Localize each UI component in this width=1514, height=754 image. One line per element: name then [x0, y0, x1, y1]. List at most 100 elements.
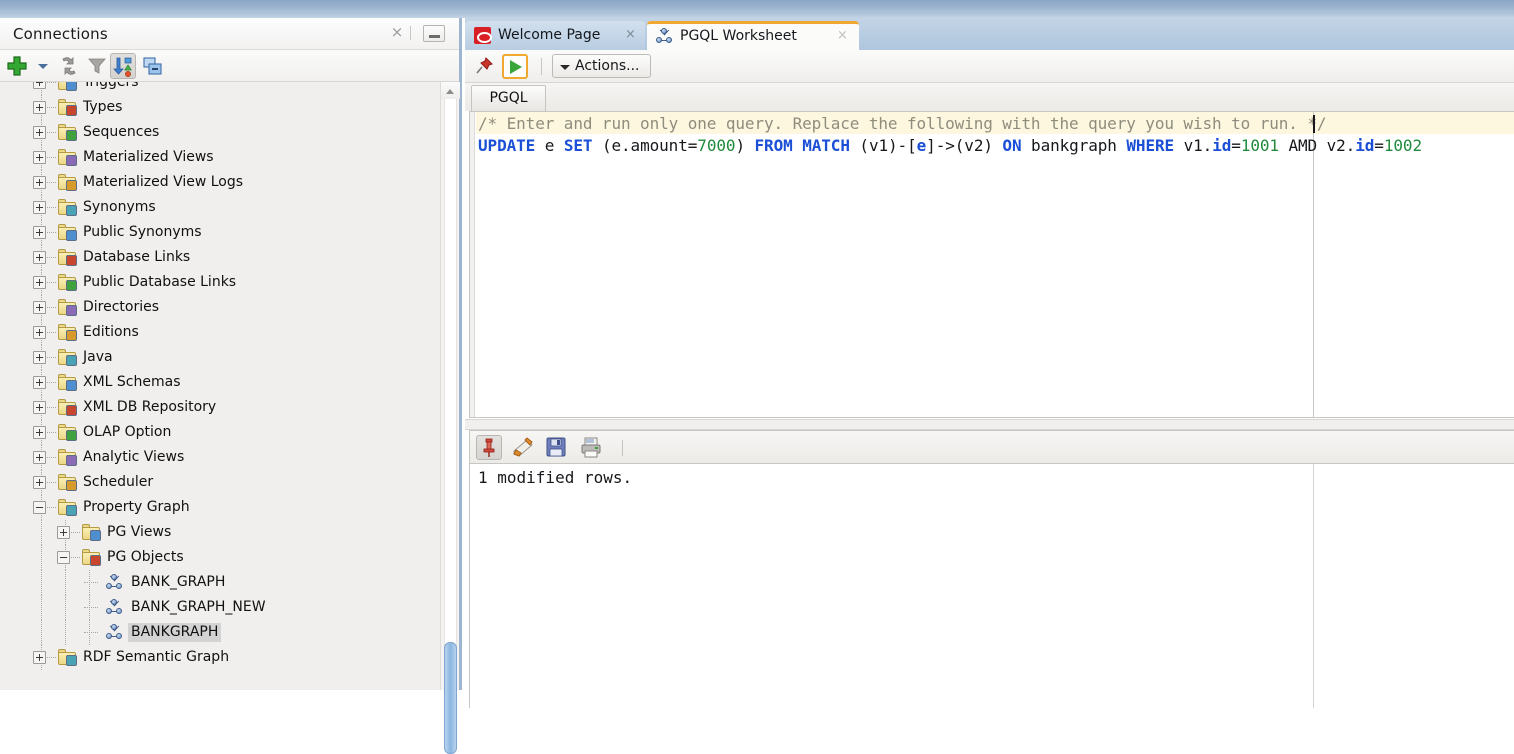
tree-item-public-database-links[interactable]: Public Database Links	[0, 270, 440, 295]
tree-item-label: Materialized View Logs	[83, 174, 244, 190]
tree-item-bank-graph-new[interactable]: BANK_GRAPH_NEW	[0, 595, 440, 620]
tree-dots	[47, 282, 56, 283]
tree-dots	[47, 507, 56, 508]
print-icon[interactable]	[578, 435, 604, 460]
tree-item-xml-schemas[interactable]: XML Schemas	[0, 370, 440, 395]
tree-item-xml-db-repository[interactable]: XML DB Repository	[0, 395, 440, 420]
scrollbar-thumb[interactable]	[444, 642, 457, 754]
tree-item-scheduler[interactable]: Scheduler	[0, 470, 440, 495]
expand-icon[interactable]	[33, 351, 46, 364]
tree-item-java[interactable]: Java	[0, 345, 440, 370]
expand-icon[interactable]	[57, 526, 70, 539]
close-icon[interactable]: ×	[389, 25, 405, 41]
expand-icon[interactable]	[33, 401, 46, 414]
tab-pgql-worksheet[interactable]: PGQL Worksheet ×	[647, 21, 859, 50]
tree-item-pg-objects[interactable]: PG Objects	[0, 545, 440, 570]
tree-item-label: OLAP Option	[83, 424, 172, 440]
refresh-icon[interactable]	[56, 53, 82, 79]
code-token: v1.	[1174, 136, 1213, 155]
expand-icon[interactable]	[33, 651, 46, 664]
tree-item-synonyms[interactable]: Synonyms	[0, 195, 440, 220]
tree-item-pg-views[interactable]: PG Views	[0, 520, 440, 545]
chevron-down-icon	[560, 65, 570, 70]
expand-icon[interactable]	[33, 176, 46, 189]
tree-item-bank-graph[interactable]: BANK_GRAPH	[0, 570, 440, 595]
expand-icon[interactable]	[33, 301, 46, 314]
tree-item-bankgraph[interactable]: BANKGRAPH	[0, 620, 440, 645]
expand-icon[interactable]	[33, 101, 46, 114]
folder-database-links-icon	[58, 249, 77, 266]
filter-icon[interactable]	[84, 53, 110, 79]
tree-item-property-graph[interactable]: Property Graph	[0, 495, 440, 520]
expand-icon[interactable]	[33, 426, 46, 439]
new-connection-dropdown-icon[interactable]	[30, 53, 56, 79]
results-toolbar-divider	[622, 440, 623, 456]
tree-item-materialized-view-logs[interactable]: Materialized View Logs	[0, 170, 440, 195]
scrollbar-track[interactable]	[444, 99, 457, 659]
code-editor[interactable]: /* Enter and run only one query. Replace…	[469, 111, 1514, 418]
tree-dots	[47, 257, 56, 258]
expand-icon[interactable]	[33, 82, 46, 89]
tab-welcome-page-close-icon[interactable]: ×	[625, 27, 636, 42]
folder-scheduler-icon	[58, 474, 77, 491]
tab-pgql[interactable]: PGQL	[471, 85, 546, 111]
expand-icon[interactable]	[33, 326, 46, 339]
tree-item-label: RDF Semantic Graph	[83, 649, 230, 665]
collapse-icon[interactable]	[57, 551, 70, 564]
code-token: ON	[1002, 136, 1022, 155]
expand-icon[interactable]	[33, 201, 46, 214]
expand-icon[interactable]	[33, 276, 46, 289]
collapse-icon[interactable]	[33, 501, 46, 514]
folder-types-icon	[58, 99, 77, 116]
code-token: UPDATE	[478, 136, 536, 155]
tree-item-label: BANK_GRAPH_NEW	[131, 599, 266, 615]
sidebar-scrollbar[interactable]	[440, 82, 460, 754]
tree-item-label: XML DB Repository	[83, 399, 217, 415]
expand-icon[interactable]	[33, 451, 46, 464]
expand-icon[interactable]	[33, 376, 46, 389]
tree-item-olap-option[interactable]: OLAP Option	[0, 420, 440, 445]
scroll-up-arrow-icon[interactable]	[441, 82, 460, 99]
expand-icon[interactable]	[33, 126, 46, 139]
connections-tree[interactable]: Triggers Types Sequences Materialized Views…	[0, 82, 440, 690]
expand-icon[interactable]	[33, 226, 46, 239]
tree-dots	[47, 82, 56, 83]
sort-icon[interactable]	[110, 53, 136, 79]
tree-guide-line	[41, 595, 42, 620]
pin-icon[interactable]	[476, 435, 502, 460]
tree-item-types[interactable]: Types	[0, 95, 440, 120]
eraser-icon[interactable]	[510, 435, 536, 460]
tree-item-editions[interactable]: Editions	[0, 320, 440, 345]
collapse-all-icon[interactable]	[140, 53, 166, 79]
minimize-icon[interactable]	[423, 25, 445, 42]
tab-pgql-worksheet-close-icon[interactable]: ×	[837, 28, 848, 43]
expand-icon[interactable]	[33, 251, 46, 264]
expand-icon[interactable]	[33, 151, 46, 164]
new-connection-icon[interactable]	[4, 53, 30, 79]
code-token: )	[735, 136, 755, 155]
tree-item-sequences[interactable]: Sequences	[0, 120, 440, 145]
tree-item-directories[interactable]: Directories	[0, 295, 440, 320]
tree-item-public-synonyms[interactable]: Public Synonyms	[0, 220, 440, 245]
pin-icon[interactable]	[473, 55, 495, 77]
tree-item-rdf-semantic-graph[interactable]: RDF Semantic Graph	[0, 645, 440, 670]
code-token: (e.amount=	[592, 136, 698, 155]
code-token: id	[1355, 136, 1375, 155]
save-icon[interactable]	[544, 435, 570, 460]
tree-item-analytic-views[interactable]: Analytic Views	[0, 445, 440, 470]
results-output-panel[interactable]: 1 modified rows.	[469, 463, 1514, 708]
tree-dots	[47, 432, 56, 433]
actions-button[interactable]: Actions...	[552, 54, 651, 78]
editor-results-splitter[interactable]	[465, 419, 1514, 430]
tree-guide-line	[41, 620, 42, 645]
tree-item-label: XML Schemas	[83, 374, 181, 390]
tree-item-materialized-views[interactable]: Materialized Views	[0, 145, 440, 170]
expand-icon[interactable]	[33, 476, 46, 489]
tree-item-database-links[interactable]: Database Links	[0, 245, 440, 270]
tree-dots	[47, 157, 56, 158]
code-token: 1002	[1383, 136, 1422, 155]
run-query-button[interactable]	[502, 54, 528, 79]
tree-item-triggers[interactable]: Triggers	[0, 82, 440, 95]
tab-welcome-page[interactable]: Welcome Page ×	[465, 21, 645, 50]
tree-dots	[71, 532, 80, 533]
